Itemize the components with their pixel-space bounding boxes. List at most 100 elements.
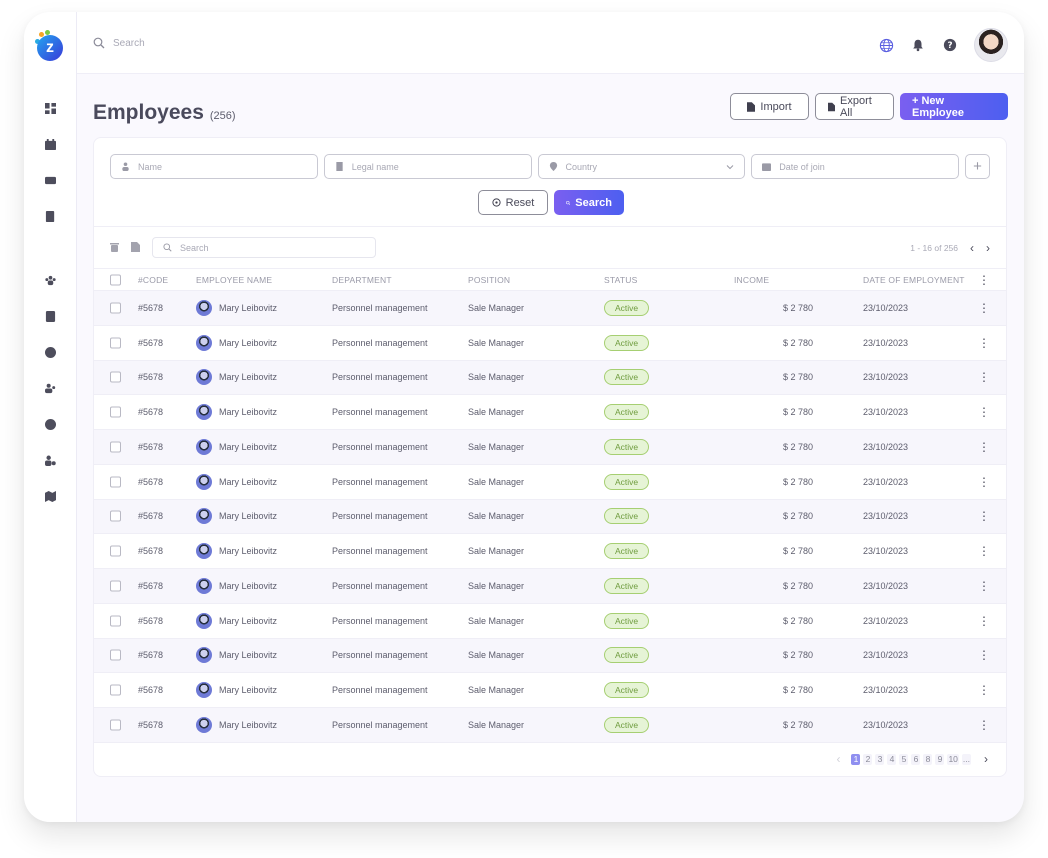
table-search[interactable]: Search — [152, 237, 376, 258]
reset-button[interactable]: Reset — [478, 190, 548, 215]
row-checkbox[interactable] — [110, 649, 121, 661]
search-button[interactable]: Search — [554, 190, 624, 215]
employee-name-cell[interactable]: Mary Leibovitz — [196, 299, 277, 316]
column-employee-name[interactable]: EMPLOYEE NAME — [196, 275, 272, 285]
page-button[interactable]: 3 — [875, 753, 885, 765]
column-date-of-employment[interactable]: DATE OF EMPLOYMENT — [863, 275, 965, 285]
page-button[interactable]: 4 — [887, 753, 897, 765]
name-filter[interactable]: Name — [110, 154, 318, 179]
sidebar-item-user-settings[interactable] — [44, 454, 56, 466]
table-row[interactable]: #5678 Mary Leibovitz Personnel managemen… — [94, 291, 1006, 326]
row-checkbox[interactable] — [110, 441, 121, 453]
row-checkbox[interactable] — [110, 302, 121, 314]
row-checkbox[interactable] — [110, 684, 121, 696]
sidebar-item-dashboard[interactable] — [44, 102, 56, 114]
page-button[interactable]: 6 — [911, 753, 921, 765]
table-row[interactable]: #5678 Mary Leibovitz Personnel managemen… — [94, 638, 1006, 674]
table-search-input[interactable]: Search — [180, 243, 209, 253]
page-button[interactable]: 2 — [863, 753, 873, 765]
employee-name-cell[interactable]: Mary Leibovitz — [196, 716, 277, 733]
language-button[interactable] — [878, 37, 894, 53]
add-filter-button[interactable]: + — [965, 154, 990, 179]
table-row[interactable]: #5678 Mary Leibovitz Personnel managemen… — [94, 708, 1006, 743]
row-menu-icon[interactable]: ⋮ — [978, 476, 990, 488]
row-menu-icon[interactable]: ⋮ — [978, 371, 990, 383]
export-all-button[interactable]: Export All — [815, 93, 894, 120]
employee-name-cell[interactable]: Mary Leibovitz — [196, 404, 277, 421]
date-of-join-filter[interactable]: Date of join — [751, 154, 959, 179]
row-checkbox[interactable] — [110, 545, 121, 557]
employee-name-cell[interactable]: Mary Leibovitz — [196, 334, 277, 351]
page-button[interactable]: 9 — [935, 753, 945, 765]
table-row[interactable]: #5678 Mary Leibovitz Personnel managemen… — [94, 604, 1006, 639]
table-row[interactable]: #5678 Mary Leibovitz Personnel managemen… — [94, 360, 1006, 396]
sidebar-item-documents[interactable] — [44, 210, 56, 222]
employee-name-cell[interactable]: Mary Leibovitz — [196, 508, 277, 525]
row-menu-icon[interactable]: ⋮ — [978, 545, 990, 557]
page-button[interactable]: 1 — [851, 753, 861, 765]
employee-name-cell[interactable]: Mary Leibovitz — [196, 647, 277, 664]
next-page-button[interactable]: › — [984, 752, 988, 766]
table-row[interactable]: #5678 Mary Leibovitz Personnel managemen… — [94, 395, 1006, 430]
app-logo[interactable]: z — [35, 30, 65, 61]
table-row[interactable]: #5678 Mary Leibovitz Personnel managemen… — [94, 430, 1006, 465]
employee-name-cell[interactable]: Mary Leibovitz — [196, 473, 277, 490]
prev-page-button[interactable]: ‹ — [836, 752, 840, 766]
global-search[interactable]: Search — [93, 37, 145, 49]
sidebar-item-list[interactable] — [44, 310, 56, 322]
table-row[interactable]: #5678 Mary Leibovitz Personnel managemen… — [94, 673, 1006, 708]
table-row[interactable]: #5678 Mary Leibovitz Personnel managemen… — [94, 465, 1006, 500]
column-position[interactable]: POSITION — [468, 275, 510, 285]
row-menu-icon[interactable]: ⋮ — [978, 684, 990, 696]
row-menu-icon[interactable]: ⋮ — [978, 580, 990, 592]
row-checkbox[interactable] — [110, 476, 121, 488]
page-button[interactable]: 10 — [947, 753, 959, 765]
row-menu-icon[interactable]: ⋮ — [978, 406, 990, 418]
legal-name-filter[interactable]: Legal name — [323, 154, 532, 179]
prev-range-button[interactable]: ‹ — [970, 241, 974, 255]
row-menu-icon[interactable]: ⋮ — [978, 719, 990, 731]
row-menu-icon[interactable]: ⋮ — [978, 649, 990, 661]
export-selected-button[interactable] — [131, 239, 140, 257]
row-checkbox[interactable] — [110, 406, 121, 418]
column-income[interactable]: INCOME — [734, 275, 769, 285]
page-button[interactable]: 8 — [923, 753, 933, 765]
column-status[interactable]: STATUS — [604, 275, 637, 285]
row-menu-icon[interactable]: ⋮ — [978, 302, 990, 314]
column-department[interactable]: DEPARTMENT — [332, 275, 392, 285]
employee-name-cell[interactable]: Mary Leibovitz — [196, 612, 277, 629]
employee-name-cell[interactable]: Mary Leibovitz — [196, 682, 277, 699]
column-code[interactable]: #CODE — [138, 275, 168, 285]
next-range-button[interactable]: › — [986, 241, 990, 255]
employee-name-cell[interactable]: Mary Leibovitz — [196, 543, 277, 560]
columns-menu-icon[interactable]: ⋮ — [978, 274, 990, 286]
row-checkbox[interactable] — [110, 371, 121, 383]
global-search-input[interactable]: Search — [113, 38, 145, 49]
table-row[interactable]: #5678 Mary Leibovitz Personnel managemen… — [94, 569, 1006, 604]
row-menu-icon[interactable]: ⋮ — [978, 337, 990, 349]
sidebar-item-calendar[interactable] — [44, 138, 56, 150]
row-checkbox[interactable] — [110, 719, 121, 731]
sidebar-item-users[interactable] — [44, 382, 56, 394]
table-row[interactable]: #5678 Mary Leibovitz Personnel managemen… — [94, 534, 1006, 569]
country-select[interactable]: Country — [537, 154, 746, 179]
row-checkbox[interactable] — [110, 337, 121, 349]
sidebar-item-map[interactable] — [44, 490, 56, 502]
user-avatar[interactable] — [974, 28, 1008, 62]
employee-name-cell[interactable]: Mary Leibovitz — [196, 369, 277, 386]
table-row[interactable]: #5678 Mary Leibovitz Personnel managemen… — [94, 499, 1006, 535]
row-checkbox[interactable] — [110, 510, 121, 522]
sidebar-item-mail[interactable] — [44, 174, 56, 186]
import-button[interactable]: Import — [730, 93, 809, 120]
row-checkbox[interactable] — [110, 615, 121, 627]
select-all-checkbox[interactable] — [110, 274, 121, 285]
row-menu-icon[interactable]: ⋮ — [978, 441, 990, 453]
row-menu-icon[interactable]: ⋮ — [978, 615, 990, 627]
table-row[interactable]: #5678 Mary Leibovitz Personnel managemen… — [94, 326, 1006, 361]
row-menu-icon[interactable]: ⋮ — [978, 510, 990, 522]
help-button[interactable]: ? — [942, 37, 958, 53]
new-employee-button[interactable]: + New Employee — [900, 93, 1008, 120]
delete-button[interactable] — [110, 239, 119, 257]
employee-name-cell[interactable]: Mary Leibovitz — [196, 577, 277, 594]
sidebar-item-team[interactable] — [44, 274, 56, 286]
